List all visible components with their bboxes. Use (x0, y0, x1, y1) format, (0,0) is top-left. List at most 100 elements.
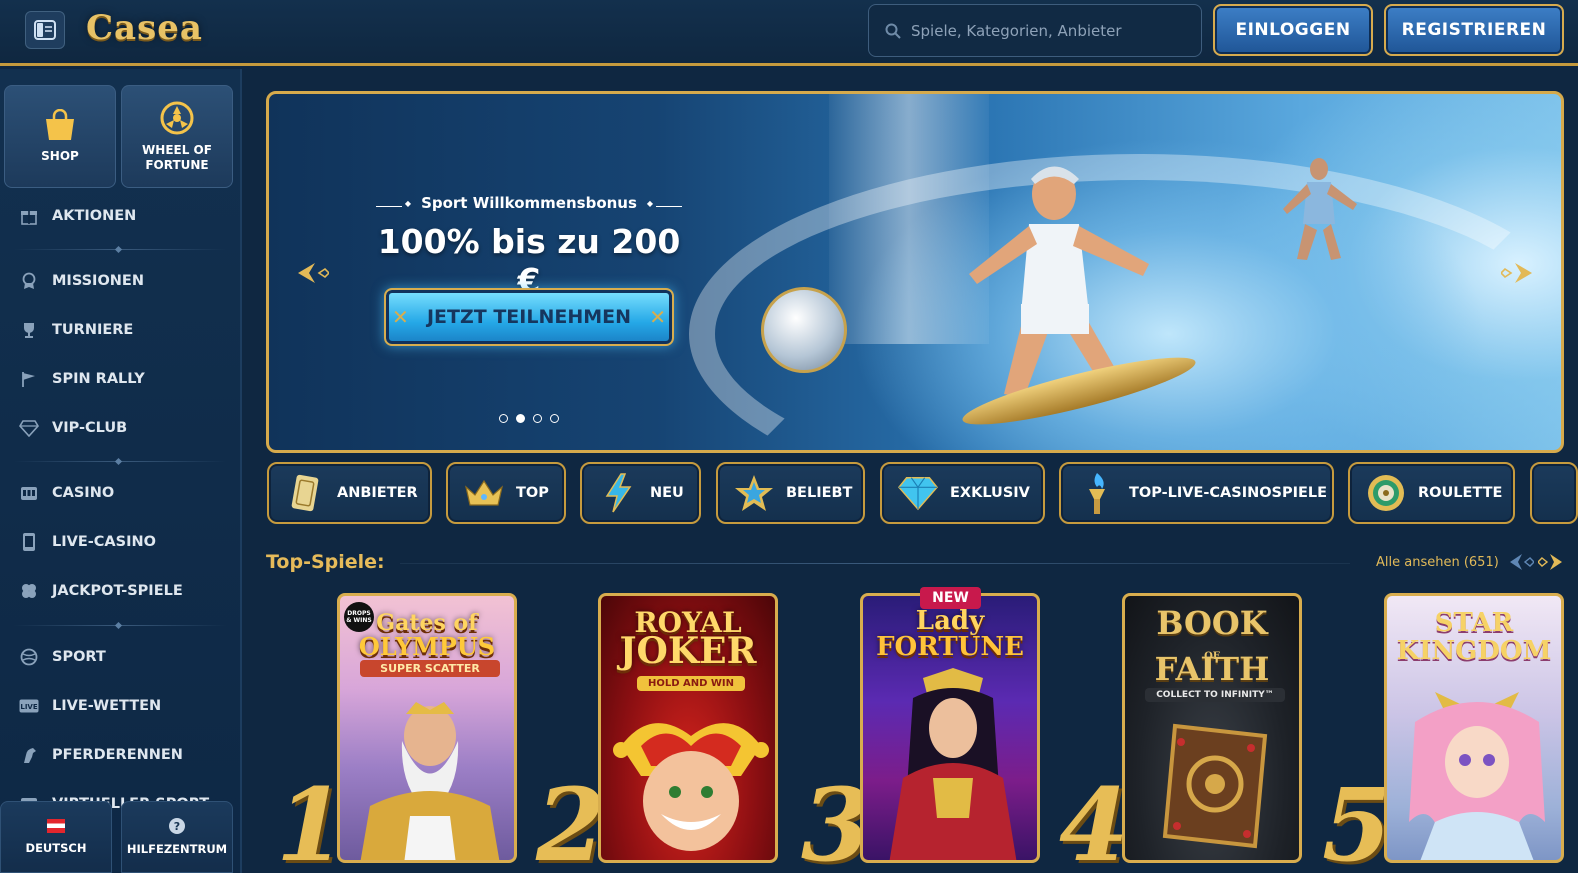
banner-football-art (761, 287, 847, 373)
sidebar-item-pferderennen[interactable]: PFERDERENNEN (18, 740, 228, 770)
joker-art (613, 723, 769, 851)
category-beliebt[interactable]: BELIEBT (716, 462, 865, 524)
category-label: ANBIETER (337, 485, 418, 501)
sidebar-tile-shop[interactable]: SHOP (4, 85, 116, 188)
gift-icon (18, 205, 40, 227)
search-icon (885, 23, 901, 39)
divider (14, 625, 226, 626)
game-title-line1: STAR (1434, 608, 1514, 638)
category-anbieter[interactable]: ANBIETER (267, 462, 432, 524)
games-prev-arrow[interactable] (1508, 553, 1535, 576)
category-label: NEU (650, 485, 684, 501)
lady-fortune-art (889, 668, 1017, 860)
sidebar-item-live-casino[interactable]: LIVE-CASINO (18, 527, 228, 557)
medal-icon (18, 270, 40, 292)
category-more-partial[interactable] (1530, 462, 1578, 524)
sidebar-item-casino[interactable]: CASINO (18, 478, 228, 508)
svg-text:LIVE: LIVE (20, 703, 37, 711)
see-all-link[interactable]: Alle ansehen (651) (1376, 555, 1499, 570)
category-top[interactable]: TOP (446, 462, 566, 524)
sidebar-item-label: SPIN RALLY (52, 371, 145, 387)
divider (14, 249, 226, 250)
slot-machine-icon (18, 482, 40, 504)
book-art (1162, 723, 1268, 849)
category-top-live-casinospiele[interactable]: TOP-LIVE-CASINOSPIELE (1059, 462, 1334, 524)
sidebar: SHOP WHEEL OF FORTUNE AKTIONEN MISSIONEN… (0, 69, 242, 873)
sidebar-item-live-wetten[interactable]: LIVE LIVE-WETTEN (18, 691, 228, 721)
category-neu[interactable]: NEU (580, 462, 701, 524)
flag-icon (18, 368, 40, 390)
section-divider (400, 563, 1350, 564)
torch-icon (1077, 473, 1117, 514)
banner-dot[interactable] (533, 414, 542, 423)
ball-icon (18, 646, 40, 668)
game-card-star-kingdom[interactable]: STAR KINGDOM (1384, 593, 1564, 863)
banner-dot[interactable] (550, 414, 559, 423)
game-title-line2: FORTUNE (876, 632, 1024, 662)
sidebar-item-turniere[interactable]: TURNIERE (18, 315, 228, 345)
game-title-line2: OLYMPUS (358, 632, 496, 661)
sidebar-toggle-button[interactable] (25, 11, 65, 49)
trophy-icon (18, 319, 40, 341)
sidebar-item-jackpot-spiele[interactable]: JACKPOT-SPIELE (18, 576, 228, 606)
sidebar-item-label: JACKPOT-SPIELE (52, 583, 183, 599)
sidebar-tile-wheel-of-fortune[interactable]: WHEEL OF FORTUNE (121, 85, 233, 188)
category-label: ROULETTE (1418, 485, 1503, 501)
top-header: Casea EINLOGGEN REGISTRIEREN (0, 0, 1578, 66)
game-card-book-of-faith[interactable]: BOOK OF FAITH COLLECT TO INFINITY™ (1122, 593, 1302, 863)
sidebar-item-missionen[interactable]: MISSIONEN (18, 266, 228, 296)
sidebar-item-sport[interactable]: SPORT (18, 642, 228, 672)
phone-card-icon (18, 531, 40, 553)
language-selector[interactable]: DEUTSCH (0, 801, 112, 873)
sidebar-tile-label: SHOP (41, 149, 79, 163)
section-title-top-games: Top-Spiele: (266, 551, 385, 573)
horse-icon (18, 744, 40, 766)
banner-next-arrow[interactable] (1501, 260, 1535, 286)
roulette-icon (1366, 473, 1406, 513)
sidebar-item-label: MISSIONEN (52, 273, 144, 289)
chevron-left-icon (1510, 554, 1535, 570)
sidebar-item-label: VIP-CLUB (52, 420, 128, 436)
sidebar-item-label: PFERDERENNEN (52, 747, 183, 763)
sidebar-toggle-icon (34, 20, 56, 40)
card-icon (285, 473, 325, 513)
live-icon: LIVE (18, 695, 40, 717)
game-rank-number: 4 (1059, 766, 1129, 873)
banner-dot[interactable] (499, 414, 508, 423)
game-card-lady-fortune[interactable]: Lady FORTUNE (860, 593, 1040, 863)
game-card-royal-joker[interactable]: ROYAL JOKER HOLD AND WIN (598, 593, 778, 863)
register-button[interactable]: REGISTRIEREN (1384, 4, 1564, 56)
promo-kicker: Sport Willkommensbonus (369, 194, 689, 212)
category-exklusiv[interactable]: EXKLUSIV (880, 462, 1045, 524)
austria-flag-icon (47, 819, 65, 833)
sidebar-item-label: AKTIONEN (52, 208, 137, 224)
sidebar-item-vip-club[interactable]: VIP-CLUB (18, 413, 228, 443)
banner-second-surfer-art (1283, 158, 1357, 260)
banner-prev-arrow[interactable] (295, 260, 329, 286)
sidebar-item-spin-rally[interactable]: SPIN RALLY (18, 364, 228, 394)
sidebar-item-label: TURNIERE (52, 322, 134, 338)
search-input[interactable] (911, 21, 1201, 40)
banner-dot-active[interactable] (516, 414, 525, 423)
game-title-line2: JOKER (619, 630, 757, 672)
game-card-gates-of-olympus[interactable]: DROPS & WINS Gates of OLYMPUS SUPER SCAT… (337, 593, 517, 863)
category-roulette[interactable]: ROULETTE (1348, 462, 1515, 524)
star-icon (734, 473, 774, 513)
hero-banner[interactable]: Sport Willkommensbonus 100% bis zu 200 €… (266, 91, 1564, 453)
search-bar[interactable] (868, 4, 1202, 57)
sidebar-tile-label: WHEEL OF FORTUNE (142, 142, 212, 172)
login-button[interactable]: EINLOGGEN (1213, 4, 1373, 56)
wheel-icon (160, 101, 194, 134)
sidebar-item-label: SPORT (52, 649, 106, 665)
sidebar-item-label: CASINO (52, 485, 115, 501)
sidebar-item-aktionen[interactable]: AKTIONEN (18, 201, 228, 231)
diamond-icon (18, 417, 40, 439)
help-center-button[interactable]: ? HILFEZENTRUM (121, 801, 233, 873)
games-next-arrow[interactable] (1537, 553, 1564, 576)
game-title-line1: BOOK (1156, 604, 1268, 642)
join-now-button[interactable]: JETZT TEILNEHMEN (384, 288, 674, 346)
game-title-line2: FAITH (1154, 650, 1270, 688)
clover-icon (18, 580, 40, 602)
category-label: TOP (516, 485, 549, 501)
site-logo[interactable]: Casea (86, 8, 203, 52)
